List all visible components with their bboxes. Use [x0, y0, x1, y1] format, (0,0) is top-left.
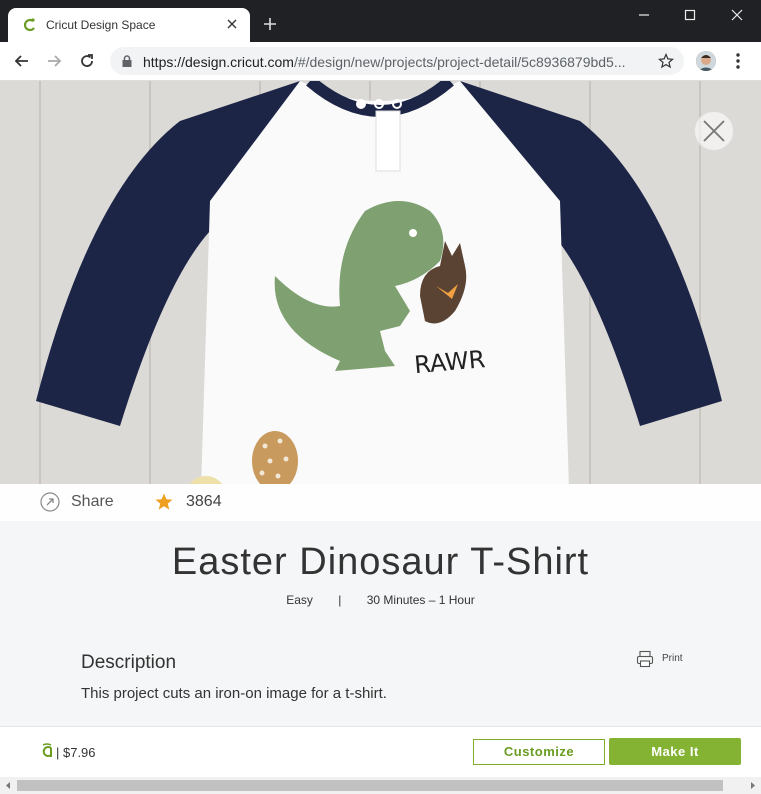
tab-title: Cricut Design Space	[46, 18, 156, 32]
maximize-icon[interactable]	[682, 7, 698, 23]
back-arrow-icon[interactable]	[13, 52, 31, 70]
meta-separator: |	[338, 593, 342, 607]
close-project-button[interactable]	[694, 111, 734, 151]
browser-toolbar: https://design.cricut.com/#/design/new/p…	[0, 42, 761, 81]
share-button[interactable]: Share	[71, 493, 114, 511]
printer-icon	[636, 650, 654, 668]
favorite-count: 3864	[186, 493, 222, 510]
carousel-dot[interactable]	[392, 99, 402, 109]
cricut-access-icon	[42, 743, 52, 757]
carousel-dot[interactable]	[356, 99, 366, 109]
favorite-star-icon[interactable]	[154, 492, 174, 512]
bookmark-star-icon[interactable]	[658, 53, 674, 69]
tshirt-photo: RAWR	[0, 81, 761, 484]
cricut-favicon-icon	[23, 18, 35, 32]
reload-icon[interactable]	[78, 52, 96, 70]
minimize-icon[interactable]	[636, 7, 652, 23]
url-text: https://design.cricut.com/#/design/new/p…	[143, 54, 626, 70]
scroll-left-icon[interactable]	[4, 781, 13, 790]
carousel-dot[interactable]	[374, 99, 384, 109]
project-hero-image: RAWR	[0, 81, 761, 484]
browser-menu-icon[interactable]	[733, 52, 743, 70]
share-icon[interactable]	[40, 492, 60, 512]
print-label: Print	[662, 653, 683, 664]
project-action-bar: Share 3864	[0, 484, 761, 521]
scroll-right-icon[interactable]	[748, 781, 757, 790]
make-it-button[interactable]: Make It	[609, 738, 741, 765]
description-heading: Description	[81, 652, 177, 673]
project-footer: | $7.96 Customize Make It	[0, 726, 761, 777]
avatar-face-icon	[696, 51, 716, 71]
difficulty-label: Easy	[286, 593, 313, 607]
project-meta: Easy | 30 Minutes – 1 Hour	[0, 593, 761, 607]
profile-avatar[interactable]	[696, 51, 716, 71]
tab-close-icon[interactable]	[224, 16, 240, 32]
horizontal-scrollbar[interactable]	[0, 777, 761, 794]
project-detail-page: RAWR Share 3864 Easter Dinosaur T-Shirt …	[0, 81, 761, 777]
duration-label: 30 Minutes – 1 Hour	[366, 593, 475, 607]
browser-tab[interactable]: Cricut Design Space	[8, 8, 250, 42]
project-price: | $7.96	[56, 745, 96, 760]
lock-icon	[122, 55, 132, 67]
customize-button[interactable]: Customize	[473, 739, 605, 765]
carousel-dots	[356, 99, 402, 109]
new-tab-icon[interactable]	[262, 16, 278, 32]
description-text: This project cuts an iron-on image for a…	[81, 685, 387, 702]
scrollbar-thumb[interactable]	[17, 780, 723, 791]
window-close-icon[interactable]	[729, 7, 745, 23]
forward-arrow-icon[interactable]	[45, 52, 63, 70]
address-bar[interactable]: https://design.cricut.com/#/design/new/p…	[110, 47, 684, 75]
close-icon	[703, 120, 725, 142]
project-title: Easter Dinosaur T-Shirt	[171, 541, 590, 583]
browser-titlebar: Cricut Design Space	[0, 0, 761, 42]
